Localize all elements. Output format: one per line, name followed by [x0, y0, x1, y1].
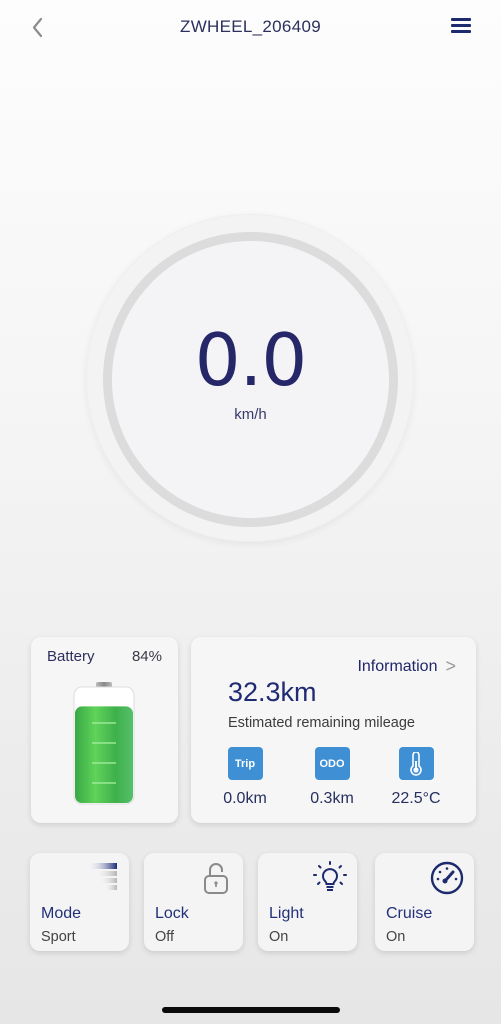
lock-value: Off: [155, 929, 175, 945]
temperature-stat: 22.5°C: [371, 747, 461, 808]
light-button[interactable]: Light On: [258, 853, 357, 951]
lock-label: Lock: [155, 905, 189, 922]
unlocked-padlock-icon: [204, 863, 228, 894]
trip-stat: Trip 0.0km: [200, 747, 290, 808]
navigation-bar: ZWHEEL_206409: [0, 0, 501, 56]
remaining-mileage: 32.3km: [228, 677, 317, 707]
mode-button[interactable]: Mode Sport: [30, 853, 129, 951]
lock-button[interactable]: Lock Off: [144, 853, 243, 951]
speed-unit: km/h: [234, 406, 267, 423]
thermometer-icon: [398, 747, 434, 780]
information-link[interactable]: Information >: [357, 656, 456, 677]
mode-value: Sport: [41, 929, 76, 945]
odometer-stat: ODO 0.3km: [287, 747, 377, 808]
mode-label: Mode: [41, 905, 82, 922]
cruise-label: Cruise: [386, 905, 433, 922]
light-value: On: [269, 929, 289, 945]
speed-value: 0.0: [194, 318, 308, 402]
battery-label: Battery: [47, 648, 95, 665]
chevron-right-icon: >: [445, 656, 456, 676]
odometer-icon: ODO: [314, 747, 350, 780]
information-label: Information: [357, 657, 438, 675]
battery-percent: 84%: [131, 648, 162, 665]
information-card: Information > 32.3km Estimated remaining…: [191, 637, 476, 823]
odometer-value: 0.3km: [310, 790, 354, 807]
home-indicator[interactable]: [162, 1007, 340, 1013]
speedometer-icon: [430, 861, 464, 895]
trip-icon: Trip: [227, 747, 263, 780]
light-label: Light: [269, 905, 304, 922]
battery-card[interactable]: Battery 84%: [31, 637, 178, 823]
speed-mode-icon: [87, 863, 117, 890]
trip-value: 0.0km: [223, 790, 267, 807]
remaining-mileage-label: Estimated remaining mileage: [228, 715, 415, 731]
device-title: ZWHEEL_206409: [180, 17, 321, 36]
cruise-value: On: [386, 929, 406, 945]
battery-fill: [75, 706, 133, 803]
menu-button[interactable]: [451, 18, 471, 36]
battery-icon: [73, 682, 135, 805]
temperature-value: 22.5°C: [391, 790, 441, 807]
lightbulb-icon: [313, 861, 347, 891]
cruise-button[interactable]: Cruise On: [375, 853, 474, 951]
hamburger-menu-icon: [451, 18, 471, 33]
